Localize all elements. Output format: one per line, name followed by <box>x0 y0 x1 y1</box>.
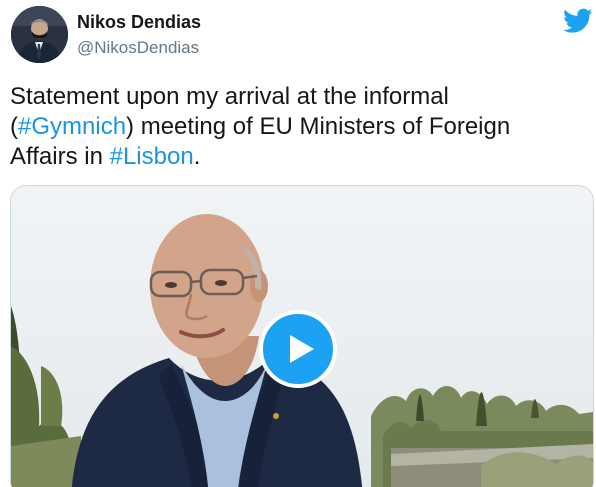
tweet-text-fragment: ) meeting of EU Ministers of Foreign <box>126 113 511 140</box>
play-icon <box>290 335 314 363</box>
tweet-text-fragment: ( <box>10 113 18 140</box>
hashtag-gymnich-link[interactable]: #Gymnich <box>18 113 126 140</box>
author-handle[interactable]: @NikosDendias <box>77 38 199 58</box>
video-thumbnail[interactable] <box>10 185 594 487</box>
tweet-text-line-3: Affairs in #Lisbon. <box>10 142 585 172</box>
twitter-bird-icon[interactable] <box>563 8 593 34</box>
play-button[interactable] <box>259 310 337 388</box>
tweet-text-fragment: . <box>193 143 201 170</box>
tweet-text-fragment: Affairs in <box>10 143 110 170</box>
hashtag-lisbon-link[interactable]: #Lisbon <box>110 143 194 170</box>
tweet-text: Statement upon my arrival at the informa… <box>10 82 585 172</box>
avatar[interactable] <box>11 6 68 63</box>
author-name[interactable]: Nikos Dendias <box>77 12 201 33</box>
tweet-card[interactable]: Nikos Dendias @NikosDendias Statement up… <box>0 0 596 487</box>
tweet-text-line-2: (#Gymnich) meeting of EU Ministers of Fo… <box>10 112 585 142</box>
tweet-text-line-1: Statement upon my arrival at the informa… <box>10 83 449 110</box>
